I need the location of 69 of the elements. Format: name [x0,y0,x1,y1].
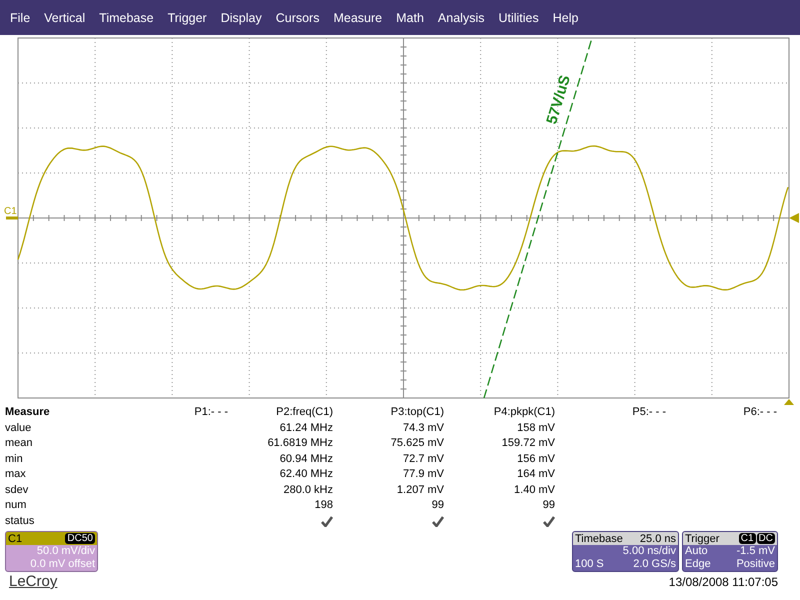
row-label: mean [5,436,34,451]
trigger-type: Edge [685,558,711,571]
coupling-badge: DC50 [65,533,95,544]
table-cell-text: 158 mV [517,420,555,436]
row-label: max [5,467,27,482]
channel-name: C1 [8,532,22,544]
table-cell-text: 99 [432,498,444,513]
brand-logo: LeCroy [9,573,58,590]
table-cell-text: 74.3 mV [403,420,444,436]
timebase-scale: 5.00 ns/div [622,545,676,558]
table-cell-text: 72.7 mV [403,452,444,466]
table-cell-text: 75.625 mV [390,436,444,451]
table-cell-text: 61.24 MHz [280,420,333,436]
measure-title: Measure [5,405,51,420]
row-label: value [5,420,32,436]
trigger-position-icon[interactable] [784,399,794,405]
trigger-panel[interactable]: Trigger C1 DC Auto -1.5 mV Edge Positive [682,531,778,572]
trigger-slope: Positive [736,558,775,571]
row-label: min [5,452,24,466]
table-cell-text: 280.0 kHz [283,482,333,498]
menu-item[interactable]: File [3,10,38,24]
table-cell-text: 61.6819 MHz [268,436,333,451]
channel-label: C1 [4,206,17,217]
timebase-panel[interactable]: Timebase 25.0 ns 5.00 ns/div 100 S 2.0 GS/s [572,531,679,572]
parameter-header[interactable]: P1:- - - [117,405,228,420]
table-cell-text: 159.72 mV [502,436,555,451]
parameter-header[interactable]: P6:- - - [666,405,777,420]
panel-title: Trigger [685,532,720,544]
menu-item[interactable]: Cursors [268,10,326,24]
table-cell-text: 156 mV [517,452,555,466]
table-cell-text: 164 mV [517,467,555,482]
table-cell-text: 77.9 mV [403,467,444,482]
channel-marker-icon[interactable] [6,216,18,220]
trigger-level-icon[interactable] [789,213,799,223]
menu-item[interactable]: Trigger [160,10,214,24]
menu-item[interactable]: Utilities [491,10,546,24]
table-cell-text: 60.94 MHz [280,452,333,466]
row-label: sdev [5,482,30,498]
parameter-header[interactable]: P4:pkpk(C1) [444,405,555,420]
table-cell-text: 62.40 MHz [280,467,333,482]
sample-rate: 2.0 GS/s [633,558,676,571]
table-cell-text: 1.207 mV [396,482,444,498]
parameter-header[interactable]: P5:- - - [555,405,666,420]
menu-item[interactable]: Math [389,10,431,24]
menu-item[interactable]: Vertical [37,10,92,24]
vertical-offset: 0.0 mV offset [29,558,96,571]
sample-count: 100 S [575,558,604,571]
table-cell-text: 1.40 mV [514,482,555,498]
parameter-header[interactable]: P2:freq(C1) [228,405,333,420]
channel-panel[interactable]: C1 DC50 50.0 mV/div 0.0 mV offset [5,531,98,572]
menu-item[interactable]: Help [546,10,586,24]
table-cell-text: 198 [314,498,333,513]
parameter-header[interactable]: P3:top(C1) [333,405,444,420]
trigger-source-badge: C1 [738,533,756,544]
menu-item[interactable]: Analysis [430,10,492,24]
table-cell-text: 99 [542,498,555,513]
trigger-level: -1.5 mV [736,545,775,558]
vertical-scale: 50.0 mV/div [36,545,96,558]
row-label: status [5,514,36,528]
menu-item[interactable]: Measure [326,10,390,24]
trigger-coupling-badge: DC [756,533,775,544]
timebase-delay: 25.0 ns [640,532,676,544]
menu-item[interactable]: Timebase [92,10,161,24]
row-label: num [5,498,28,513]
panel-title: Timebase [575,532,623,544]
trigger-mode: Auto [685,545,708,558]
slope-label: 57V/uS [543,73,574,126]
menu-item[interactable]: Display [214,10,269,24]
timestamp: 13/08/2008 11:07:05 [668,574,778,588]
